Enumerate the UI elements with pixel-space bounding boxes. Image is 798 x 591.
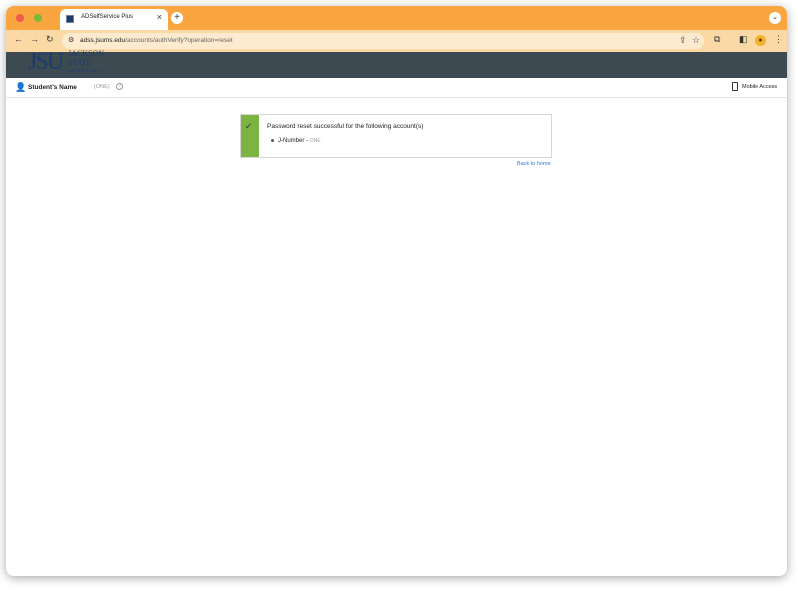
profile-avatar[interactable]: ● [755,35,766,46]
window-minimize-button[interactable] [34,14,42,22]
mobile-access-link[interactable]: Mobile Access [742,84,777,90]
back-to-home-link[interactable]: Back to home [517,161,551,167]
reload-icon[interactable]: ↻ [46,34,54,45]
sidepanel-icon[interactable]: ◧ [739,34,748,45]
mobile-icon[interactable] [732,82,738,91]
tab-title: ADSelfService Plus [81,14,134,20]
tab-search-menu-button[interactable]: ⌄ [769,12,781,24]
user-icon: 👤 [15,82,27,92]
site-info-icon[interactable]: ⚙ [68,36,74,44]
site-header: JSU JACKSON STATE UNIVERSITY [6,50,787,78]
url-path: /accounts/authVerify?operation=reset [125,37,233,44]
user-name: Student's Name [28,84,77,91]
browser-window: ADSelfService Plus × + ⌄ ← → ↻ ⚙ adss.js… [6,6,787,576]
logo-initials: JSU [28,49,64,75]
account-domain: ONE [309,138,321,144]
user-domain: (ONE) [94,84,110,90]
browser-toolbar: ← → ↻ ⚙ adss.jsums.edu/accounts/authVeri… [6,30,787,52]
logo-line3: UNIVERSITY [68,68,102,73]
checkmark-icon: ✓ [245,121,253,131]
user-bar: 👤 Student's Name (ONE) ? Mobile Access [6,78,787,98]
success-message: Password reset successful for the follow… [267,123,424,130]
bookmark-star-icon[interactable]: ☆ [692,35,700,46]
window-close-button[interactable] [16,14,24,22]
logo-line1: JACKSON [68,49,105,58]
tab-strip: ADSelfService Plus × + ⌄ [6,6,787,30]
tab-adselfservice[interactable]: ADSelfService Plus × [60,9,168,30]
forward-icon[interactable]: → [30,34,39,44]
success-message-card: ✓ Password reset successful for the foll… [240,114,552,158]
back-icon[interactable]: ← [14,34,23,44]
logo-line2: STATE [68,58,92,67]
new-tab-button[interactable]: + [171,12,183,24]
favicon-icon [66,15,74,23]
url-text[interactable]: adss.jsums.edu/accounts/authVerify?opera… [80,37,233,44]
url-host: adss.jsums.edu [80,37,126,44]
status-stripe: ✓ [241,115,259,157]
jsu-logo[interactable]: JSU JACKSON STATE UNIVERSITY [28,50,148,76]
share-icon[interactable]: ⇪ [679,35,687,46]
list-item: J-Number - ONE [271,138,321,144]
help-icon[interactable]: ? [116,83,123,90]
bullet-icon [271,138,274,142]
address-bar[interactable]: ⚙ adss.jsums.edu/accounts/authVerify?ope… [62,33,704,49]
tab-close-icon[interactable]: × [157,12,162,22]
extensions-icon[interactable]: ⧉ [714,34,720,45]
more-menu-icon[interactable]: ⋮ [774,34,783,45]
account-name: J-Number [278,138,305,144]
